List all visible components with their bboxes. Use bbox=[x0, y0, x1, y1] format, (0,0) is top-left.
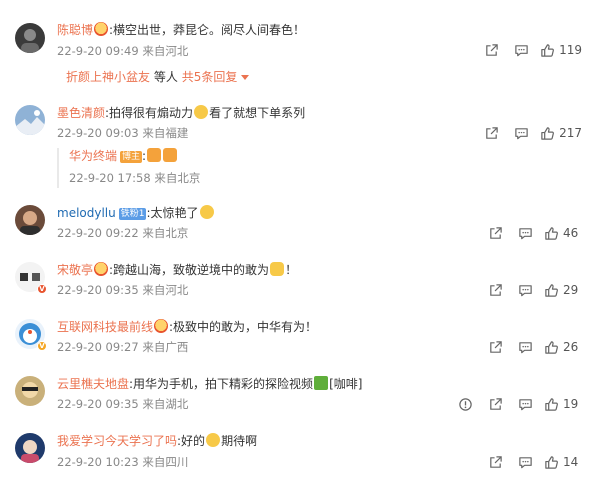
like-count: 217 bbox=[559, 126, 582, 140]
share-icon[interactable] bbox=[480, 454, 510, 470]
comment-text: :用华为手机，拍下精彩的探险视频 bbox=[129, 377, 314, 391]
avatar[interactable] bbox=[15, 23, 45, 53]
thinking-emoji-icon bbox=[194, 105, 209, 119]
avatar[interactable] bbox=[15, 205, 45, 235]
comment-icon[interactable] bbox=[510, 454, 540, 470]
comment-text-rest: 看了就想下单系列 bbox=[209, 106, 306, 120]
like-icon bbox=[544, 340, 559, 355]
like-icon bbox=[540, 126, 555, 141]
comment-icon[interactable] bbox=[506, 42, 536, 58]
comment-meta: 22-9-20 09:03 来自福建 bbox=[57, 126, 189, 140]
comment-icon[interactable] bbox=[510, 396, 540, 412]
like-button[interactable]: 26 bbox=[544, 340, 582, 355]
comment-username[interactable]: 宋敬亭 bbox=[57, 263, 93, 277]
share-icon[interactable] bbox=[480, 339, 510, 355]
surprised-emoji-icon bbox=[199, 205, 214, 219]
fan-badge-icon bbox=[154, 319, 169, 333]
like-button[interactable]: 46 bbox=[544, 226, 582, 241]
like-icon bbox=[544, 455, 559, 470]
reply-text: : bbox=[142, 149, 147, 163]
comment-icon[interactable] bbox=[510, 282, 540, 298]
view-replies-link[interactable]: 共5条回复 bbox=[182, 70, 238, 84]
comment-text: :拍得很有煽动力 bbox=[105, 106, 194, 120]
like-count: 46 bbox=[563, 226, 579, 240]
like-count: 119 bbox=[559, 43, 582, 57]
like-button[interactable]: 217 bbox=[540, 126, 582, 141]
like-button[interactable]: 29 bbox=[544, 283, 582, 298]
comment-text: :极致中的敢为，中华有为！ bbox=[169, 320, 318, 334]
comment-meta: 22-9-20 09:35 来自河北 bbox=[57, 283, 189, 297]
comment-text: :横空出世，莽昆仑。阅尽人间春色！ bbox=[109, 23, 306, 37]
comment-meta: 22-9-20 09:49 来自河北 bbox=[57, 44, 189, 58]
comment-username[interactable]: 墨色清颜 bbox=[57, 106, 105, 120]
chevron-down-icon[interactable] bbox=[241, 75, 250, 80]
comment-meta: 22-9-20 10:23 来自四川 bbox=[57, 455, 189, 469]
comment-icon[interactable] bbox=[510, 225, 540, 241]
emoji-icon bbox=[147, 148, 162, 162]
like-button[interactable]: 14 bbox=[544, 455, 582, 470]
avatar[interactable] bbox=[15, 105, 45, 135]
like-count: 26 bbox=[563, 340, 579, 354]
blogger-tag: 博主 bbox=[120, 151, 143, 163]
avatar[interactable] bbox=[15, 376, 45, 406]
comment-username[interactable]: 互联网科技最前线 bbox=[57, 320, 153, 334]
comment-text: :跨越山海，致敬逆境中的敢为 bbox=[109, 263, 270, 277]
comment-username[interactable]: 陈聪博 bbox=[57, 23, 93, 37]
comment-list: 陈聪博:横空出世，莽昆仑。阅尽人间春色！ 22-9-20 09:49 来自河北 … bbox=[0, 0, 600, 484]
comment-username[interactable]: 云里樵夫地盘 bbox=[57, 377, 129, 391]
share-icon[interactable] bbox=[480, 282, 510, 298]
comment-text: :好的 bbox=[177, 434, 206, 448]
like-count: 19 bbox=[563, 397, 579, 411]
reply-block: 华为终端 博主: 22-9-20 17:58 来自北京 bbox=[57, 148, 200, 188]
love-emoji-icon bbox=[206, 433, 221, 447]
reply-username[interactable]: 华为终端 bbox=[69, 149, 117, 163]
comment-meta: 22-9-20 09:27 来自广西 bbox=[57, 340, 189, 354]
share-icon[interactable] bbox=[476, 42, 506, 58]
fan-badge-icon bbox=[94, 22, 109, 36]
comment-text-rest: 期待啊 bbox=[221, 434, 258, 448]
report-icon[interactable] bbox=[450, 396, 480, 412]
avatar[interactable] bbox=[15, 433, 45, 463]
reply-meta: 22-9-20 17:58 来自北京 bbox=[69, 171, 201, 185]
leaf-emoji-icon bbox=[314, 376, 329, 390]
like-icon bbox=[544, 283, 559, 298]
comment-text-rest: ！ bbox=[285, 263, 298, 277]
comment-meta: 22-9-20 09:35 来自湖北 bbox=[57, 397, 189, 411]
comment-text: :太惊艳了 bbox=[146, 206, 199, 220]
verified-icon: V bbox=[37, 284, 47, 294]
comment-meta: 22-9-20 09:22 来自北京 bbox=[57, 226, 189, 240]
comment-username[interactable]: 我爱学习今天学习了吗 bbox=[57, 434, 177, 448]
iron-fan-tag: 铁粉1 bbox=[118, 208, 147, 220]
like-icon bbox=[540, 43, 555, 58]
comment-username[interactable]: melodyllu bbox=[57, 206, 116, 220]
fan-badge-icon bbox=[94, 262, 109, 276]
like-button[interactable]: 119 bbox=[540, 43, 582, 58]
comment-icon[interactable] bbox=[506, 125, 536, 141]
thumbs-up-emoji-icon bbox=[270, 262, 285, 276]
share-icon[interactable] bbox=[480, 225, 510, 241]
like-count: 29 bbox=[563, 283, 579, 297]
like-icon bbox=[544, 397, 559, 412]
comment-icon[interactable] bbox=[510, 339, 540, 355]
share-icon[interactable] bbox=[476, 125, 506, 141]
emoji-icon bbox=[163, 148, 178, 162]
like-icon bbox=[544, 226, 559, 241]
share-icon[interactable] bbox=[480, 396, 510, 412]
comment-text-rest: [咖啡] bbox=[329, 377, 363, 391]
like-count: 14 bbox=[563, 455, 579, 469]
reply-user-link[interactable]: 折颜上神小盆友 bbox=[66, 70, 150, 84]
like-button[interactable]: 19 bbox=[544, 397, 582, 412]
replies-middle-text: 等人 bbox=[153, 70, 178, 84]
verified-icon: V bbox=[37, 341, 47, 351]
